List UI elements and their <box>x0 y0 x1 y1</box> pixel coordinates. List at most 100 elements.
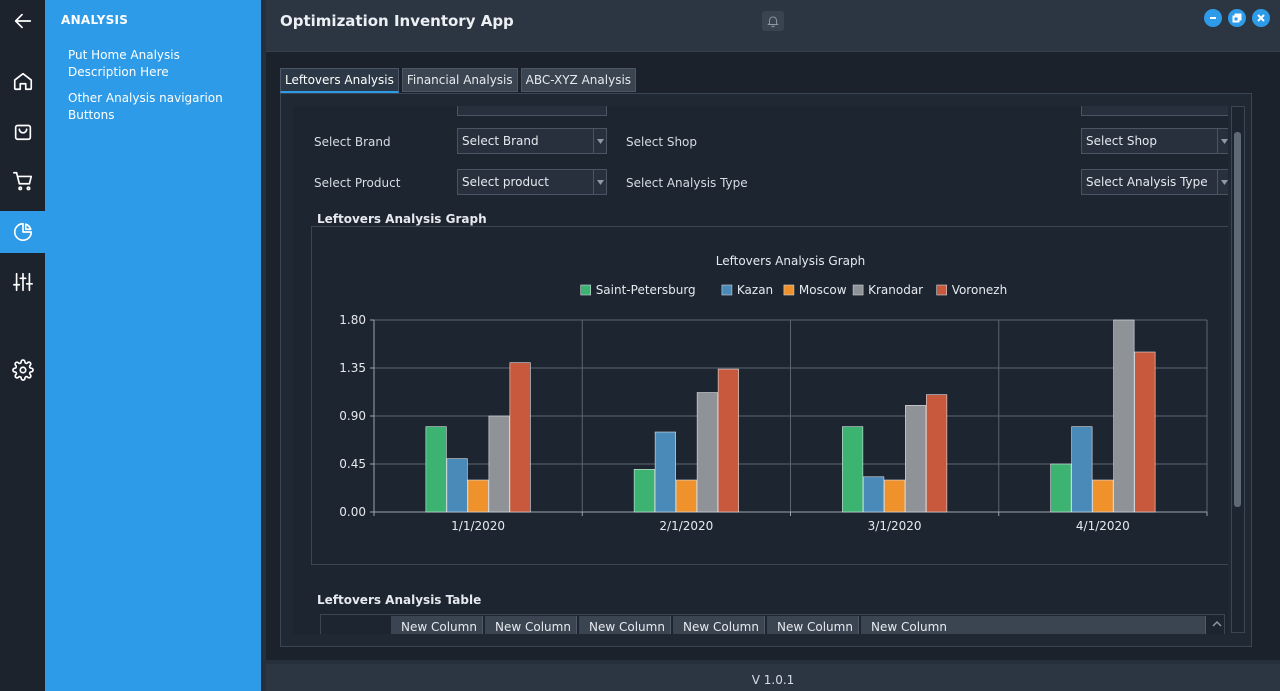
vertical-scrollbar[interactable] <box>1231 106 1245 633</box>
sliders-icon <box>12 272 33 292</box>
bar <box>842 426 864 513</box>
settings-button[interactable] <box>0 349 45 391</box>
analysis-sidebar: ANALYSIS Put Home Analysis Description H… <box>45 0 261 691</box>
bar <box>633 469 655 513</box>
table-scroll-up-icon[interactable] <box>1212 619 1222 629</box>
scrollbar-thumb[interactable] <box>1234 132 1241 507</box>
version-label: V 1.0.1 <box>751 673 795 687</box>
settings-sliders-button[interactable] <box>0 261 45 303</box>
gear-icon <box>11 359 34 381</box>
hidden-top-combo-left[interactable] <box>457 106 607 116</box>
cart-button[interactable] <box>0 160 45 202</box>
notifications-button[interactable] <box>762 11 784 31</box>
close-icon <box>1257 14 1265 22</box>
table-column-header[interactable]: New Column <box>579 616 671 634</box>
shop-select-arrow <box>1217 129 1228 153</box>
y-tick-label: 0.45 <box>339 457 366 471</box>
chart-title: Leftovers Analysis Graph <box>716 254 865 268</box>
table-section-title: Leftovers Analysis Table <box>317 593 482 607</box>
shop-select-value: Select Shop <box>1086 134 1158 148</box>
bar <box>467 479 489 513</box>
leftovers-table: New Column New Column New Column New Col… <box>320 614 1225 634</box>
sidebar-item-navigation[interactable]: Other Analysis navigarion Buttons <box>68 90 238 124</box>
brand-select-value: Select Brand <box>462 134 539 148</box>
product-select[interactable]: Select product <box>457 169 607 195</box>
bar <box>488 415 510 513</box>
bar <box>884 479 906 513</box>
tab-financial-analysis[interactable]: Financial Analysis <box>401 68 518 92</box>
main-area: Optimization Inventory App Leftovers Ana… <box>261 0 1280 691</box>
app-title: Optimization Inventory App <box>280 12 514 30</box>
analysis-tabs: Leftovers Analysis Financial Analysis AB… <box>280 68 637 93</box>
legend-swatch <box>721 284 733 296</box>
product-select-value: Select product <box>462 175 549 189</box>
chevron-down-icon <box>596 138 604 144</box>
bar <box>675 479 697 513</box>
table-column-header[interactable]: New Column <box>485 616 577 634</box>
analysis-type-select-value: Select Analysis Type <box>1086 175 1208 189</box>
chevron-down-icon <box>596 179 604 185</box>
tab-abc-xyz-analysis[interactable]: ABC-XYZ Analysis <box>520 68 637 92</box>
sidebar-item-description[interactable]: Put Home Analysis Description Here <box>68 47 238 81</box>
graph-section-title: Leftovers Analysis Graph <box>317 212 487 226</box>
bar <box>1113 319 1135 513</box>
table-column-header[interactable]: New Column <box>673 616 765 634</box>
analysis-button[interactable] <box>0 211 45 253</box>
leftovers-bar-chart: Leftovers Analysis Graph Saint-Petersburg… <box>339 254 1208 533</box>
minimize-button[interactable] <box>1204 9 1222 27</box>
bar <box>926 394 948 513</box>
sidebar-title: ANALYSIS <box>61 13 129 27</box>
table-column-header[interactable]: New Column <box>767 616 859 634</box>
chevron-down-icon <box>1220 179 1228 185</box>
y-tick-label: 0.00 <box>339 505 366 519</box>
restore-button[interactable] <box>1228 9 1246 27</box>
pie-chart-icon <box>13 222 32 242</box>
bar <box>425 426 447 513</box>
minimize-icon <box>1210 17 1216 19</box>
legend-label: Moscow <box>799 283 847 297</box>
brand-select[interactable]: Select Brand <box>457 128 607 154</box>
chart-container: Leftovers Analysis Graph Saint-Petersburg… <box>311 226 1228 565</box>
cart-icon <box>12 171 32 191</box>
brand-label: Select Brand <box>314 135 391 149</box>
table-column-header[interactable]: New Column <box>391 616 483 634</box>
legend-label: Kranodar <box>868 283 923 297</box>
y-tick-label: 1.80 <box>339 313 366 327</box>
analysis-type-select[interactable]: Select Analysis Type <box>1081 169 1228 195</box>
shop-label: Select Shop <box>626 135 698 149</box>
status-footer: V 1.0.1 <box>266 664 1280 691</box>
shop-select[interactable]: Select Shop <box>1081 128 1228 154</box>
tab-leftovers-analysis[interactable]: Leftovers Analysis <box>280 68 399 93</box>
products-button[interactable] <box>0 110 45 152</box>
product-label: Select Product <box>314 176 401 190</box>
hidden-top-combo-right[interactable] <box>1081 106 1228 116</box>
back-arrow-icon <box>14 13 31 29</box>
bar <box>905 405 927 513</box>
y-tick-label: 1.35 <box>339 361 366 375</box>
restore-icon <box>1232 13 1242 23</box>
home-button[interactable] <box>0 60 45 102</box>
table-column-header[interactable]: New Column <box>861 616 1206 634</box>
analysis-type-label: Select Analysis Type <box>626 176 748 190</box>
close-button[interactable] <box>1252 9 1270 27</box>
tab-panel: Select Brand Select Brand Select Shop Se… <box>280 93 1252 647</box>
x-tick-label: 2/1/2020 <box>659 519 713 533</box>
shopping-bag-icon <box>14 124 31 141</box>
bar <box>446 458 468 513</box>
scroll-content: Select Brand Select Brand Select Shop Se… <box>293 106 1228 634</box>
x-tick-label: 3/1/2020 <box>868 519 922 533</box>
bar <box>509 362 531 513</box>
legend-label: Voronezh <box>952 283 1008 297</box>
home-icon <box>13 72 32 91</box>
legend-label: Kazan <box>737 283 773 297</box>
content-area: Leftovers Analysis Financial Analysis AB… <box>266 52 1280 660</box>
bar <box>696 392 718 513</box>
back-button[interactable] <box>0 0 45 42</box>
product-select-arrow <box>593 170 606 194</box>
x-tick-label: 1/1/2020 <box>451 519 505 533</box>
legend-swatch <box>580 284 592 296</box>
x-tick-label: 4/1/2020 <box>1076 519 1130 533</box>
legend-swatch <box>783 284 795 296</box>
bar <box>1092 479 1114 513</box>
legend-label: Saint-Petersburg <box>596 283 696 297</box>
